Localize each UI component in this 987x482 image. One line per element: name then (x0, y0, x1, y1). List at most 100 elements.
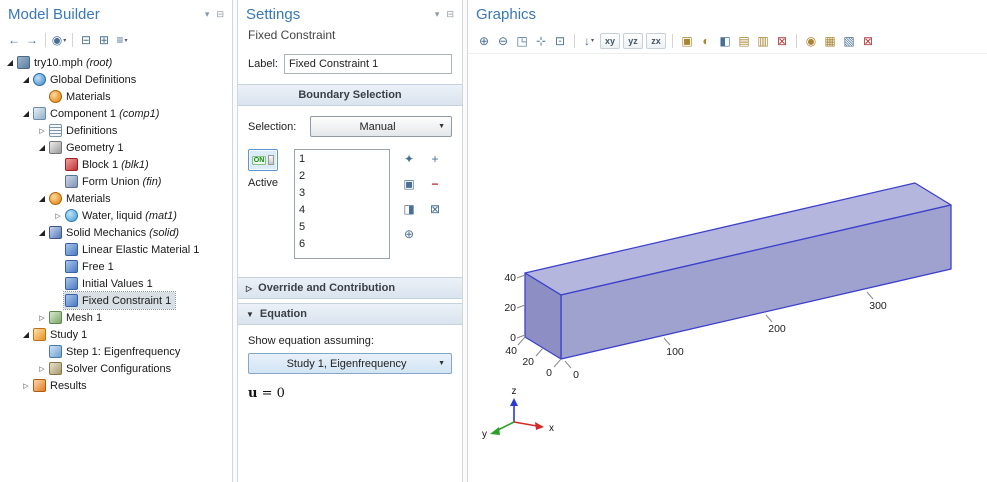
zoom-box-button[interactable]: ◳ (514, 32, 530, 50)
tree-node-materials[interactable]: ◢Materials (0, 190, 232, 207)
panel-menu-icon[interactable]: ▾ (205, 9, 210, 20)
study-dropdown[interactable]: Study 1, Eigenfrequency ▼ (248, 353, 452, 374)
view-zx-button[interactable]: zx (646, 33, 666, 49)
tree-expander-icon[interactable]: ◢ (36, 194, 48, 203)
forward-button[interactable]: → (24, 31, 40, 49)
zoom-extents-button[interactable]: ⊹ (533, 32, 549, 50)
tree-node-content[interactable]: Global Definitions (32, 71, 140, 88)
label-input[interactable] (284, 54, 452, 74)
tree-expander-icon[interactable]: ▷ (36, 314, 48, 322)
back-button[interactable]: ← (6, 31, 22, 49)
active-toggle-button[interactable]: ON (248, 149, 278, 171)
print-image-button[interactable]: ▤ (736, 32, 752, 50)
tree-node-linear-elastic-material-1[interactable]: Linear Elastic Material 1 (0, 241, 232, 258)
boundary-selection-list[interactable]: 123456 (294, 149, 390, 259)
tree-node-results[interactable]: ▷Results (0, 377, 232, 394)
tree-node-block-1[interactable]: Block 1 (blk1) (0, 156, 232, 173)
transparency-button[interactable]: ◧ (717, 32, 733, 50)
tree-node-content[interactable]: Solid Mechanics (solid) (48, 224, 183, 241)
tree-node-mesh-1[interactable]: ▷Mesh 1 (0, 309, 232, 326)
tree-node-initial-values-1[interactable]: Initial Values 1 (0, 275, 232, 292)
panel-float-icon[interactable]: ⊟ (446, 9, 454, 20)
tree-node-root[interactable]: ◢try10.mph (root) (0, 54, 232, 71)
remove-from-selection-button[interactable]: − (426, 176, 444, 192)
tree-node-step-1-eigenfrequency[interactable]: Step 1: Eigenfrequency (0, 343, 232, 360)
create-selection-button[interactable]: ✦ (400, 151, 418, 167)
tree-node-materials-global[interactable]: Materials (0, 88, 232, 105)
tree-node-content[interactable]: Fixed Constraint 1 (64, 292, 175, 309)
tree-expander-icon[interactable]: ◢ (36, 143, 48, 152)
tree-expander-icon[interactable]: ▷ (52, 212, 64, 220)
zoom-selected-button[interactable]: ⊡ (552, 32, 568, 50)
3d-scene[interactable]: 40 20 0 40 20 0 0 (468, 54, 987, 481)
view-xy-button[interactable]: xy (600, 33, 620, 49)
tree-node-content[interactable]: Definitions (48, 122, 121, 139)
tree-node-global-definitions[interactable]: ◢Global Definitions (0, 71, 232, 88)
show-button[interactable]: ◉▾ (51, 31, 67, 49)
view-yz-button[interactable]: yz (623, 33, 643, 49)
graphics-canvas[interactable]: 40 20 0 40 20 0 0 (468, 54, 987, 482)
zoom-to-selection-button[interactable]: ⊕ (400, 226, 418, 242)
boundary-list-item[interactable]: 3 (295, 185, 389, 202)
clear-selection-button[interactable]: ⊠ (426, 201, 444, 217)
panel-float-icon[interactable]: ⊟ (216, 9, 224, 20)
tree-node-content[interactable]: Component 1 (comp1) (32, 105, 163, 122)
tree-expander-icon[interactable]: ▷ (20, 382, 32, 390)
tree-node-content[interactable]: Water, liquid (mat1) (64, 207, 181, 224)
tree-node-definitions[interactable]: ▷Definitions (0, 122, 232, 139)
paste-selection-button[interactable]: ◨ (400, 201, 418, 217)
tree-expander-icon[interactable]: ▷ (36, 127, 48, 135)
tree-node-solver-configurations[interactable]: ▷Solver Configurations (0, 360, 232, 377)
tree-node-content[interactable]: Initial Values 1 (64, 275, 157, 292)
tree-node-form-union[interactable]: Form Union (fin) (0, 173, 232, 190)
reset-selection-button[interactable]: ⊠ (860, 32, 876, 50)
collapse-all-button[interactable]: ⊟ (78, 31, 94, 49)
tree-node-content[interactable]: Free 1 (64, 258, 118, 275)
copy-selection-button[interactable]: ▣ (400, 176, 418, 192)
expand-all-button[interactable]: ⊞ (96, 31, 112, 49)
scene-light-button[interactable]: ◐ (698, 32, 714, 50)
tree-node-content[interactable]: Geometry 1 (48, 139, 127, 156)
tree-node-content[interactable]: Materials (48, 88, 115, 105)
zoom-out-button[interactable]: ⊖ (495, 32, 511, 50)
boundary-list-item[interactable]: 6 (295, 236, 389, 253)
tree-node-component-1[interactable]: ◢Component 1 (comp1) (0, 105, 232, 122)
tree-node-study-1[interactable]: ◢Study 1 (0, 326, 232, 343)
tree-expander-icon[interactable]: ▷ (36, 365, 48, 373)
tree-expander-icon[interactable]: ◢ (20, 330, 32, 339)
tree-node-content[interactable]: Step 1: Eigenfrequency (48, 343, 184, 360)
record-button[interactable]: ▦ (822, 32, 838, 50)
tree-node-solid-mechanics[interactable]: ◢Solid Mechanics (solid) (0, 224, 232, 241)
tree-node-content[interactable]: Results (32, 377, 91, 394)
tree-node-content[interactable]: try10.mph (root) (16, 54, 116, 71)
panel-menu-icon[interactable]: ▾ (435, 9, 440, 20)
tree-node-content[interactable]: Linear Elastic Material 1 (64, 241, 203, 258)
tree-node-content[interactable]: Block 1 (blk1) (64, 156, 153, 173)
selection-dropdown[interactable]: Manual ▼ (310, 116, 452, 137)
boundary-list-item[interactable]: 4 (295, 202, 389, 219)
tree-node-fixed-constraint-1[interactable]: Fixed Constraint 1 (0, 292, 232, 309)
tree-node-content[interactable]: Study 1 (32, 326, 91, 343)
tree-node-content[interactable]: Mesh 1 (48, 309, 106, 326)
clear-plot-button[interactable]: ⊠ (774, 32, 790, 50)
tree-node-geometry-1[interactable]: ◢Geometry 1 (0, 139, 232, 156)
add-to-selection-button[interactable]: + (426, 151, 444, 167)
equation-section-header[interactable]: ▼ Equation (238, 303, 462, 325)
tree-node-free-1[interactable]: Free 1 (0, 258, 232, 275)
override-section-header[interactable]: ▷ Override and Contribution (238, 277, 462, 299)
tree-expander-icon[interactable]: ◢ (4, 58, 16, 67)
model-tree-node-text-button[interactable]: ≡▾ (114, 31, 130, 49)
zoom-in-button[interactable]: ⊕ (476, 32, 492, 50)
tree-expander-icon[interactable]: ◢ (20, 75, 32, 84)
tree-expander-icon[interactable]: ◢ (20, 109, 32, 118)
boundary-list-item[interactable]: 2 (295, 168, 389, 185)
tree-node-content[interactable]: Materials (48, 190, 115, 207)
tree-node-water-liquid[interactable]: ▷Water, liquid (mat1) (0, 207, 232, 224)
tree-node-content[interactable]: Solver Configurations (48, 360, 175, 377)
copy-image-button[interactable]: ▣ (679, 32, 695, 50)
export-image-button[interactable]: ▥ (755, 32, 771, 50)
select-entities-button[interactable]: ▧ (841, 32, 857, 50)
beam-geometry[interactable] (525, 183, 951, 359)
boundary-list-item[interactable]: 5 (295, 219, 389, 236)
go-to-default-view-button[interactable]: ↓▾ (581, 32, 597, 50)
